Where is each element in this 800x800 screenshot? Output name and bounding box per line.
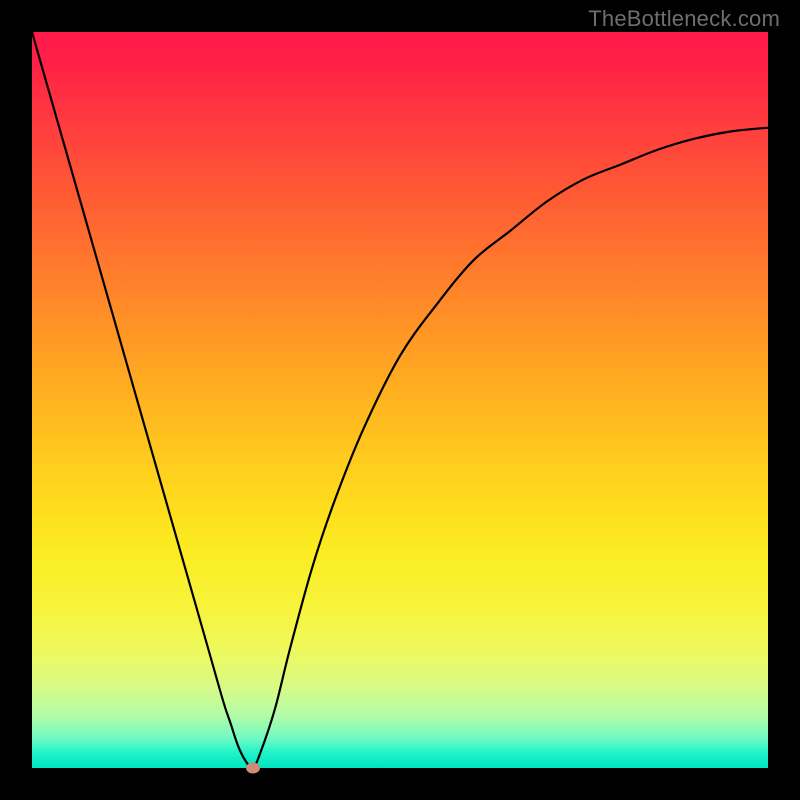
optimal-point-marker <box>246 763 260 774</box>
watermark-text: TheBottleneck.com <box>588 6 780 32</box>
bottleneck-curve <box>32 32 768 768</box>
plot-area <box>32 32 768 768</box>
chart-frame: TheBottleneck.com <box>0 0 800 800</box>
